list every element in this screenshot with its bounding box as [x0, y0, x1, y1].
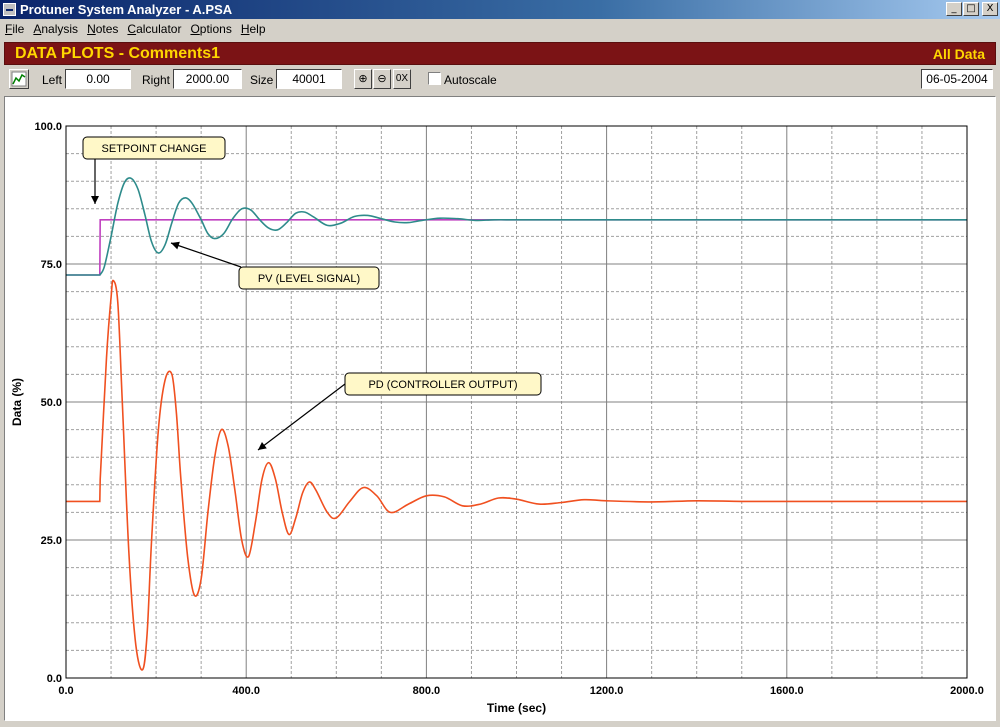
size-input[interactable]: 40001 [276, 69, 342, 89]
setpoint_change-callout-text: SETPOINT CHANGE [102, 143, 207, 155]
menu-bar: File Analysis Notes Calculator Options Help [0, 19, 1000, 39]
x-tick-label: 800.0 [413, 685, 441, 697]
pd_label-arrow-line [257, 383, 346, 451]
window-title: Protuner System Analyzer - A.PSA [20, 2, 233, 17]
autoscale-label: Autoscale [444, 73, 497, 87]
window-titlebar: Protuner System Analyzer - A.PSA _ □ X [0, 0, 1000, 19]
y-tick-label: 75.0 [41, 259, 62, 271]
menu-analysis[interactable]: Analysis [28, 19, 82, 37]
close-button[interactable]: X [982, 2, 998, 16]
chart-annotations: SETPOINT CHANGE PV (LEVEL SIGNAL) PD (CONT… [82, 136, 542, 451]
size-label: Size [250, 73, 274, 87]
y-tick-label: 100.0 [34, 121, 62, 133]
chart-icon[interactable] [9, 69, 29, 89]
autoscale-checkbox[interactable] [428, 72, 441, 85]
page-title: DATA PLOTS - Comments1 [15, 45, 221, 62]
chart-glyph-icon [11, 71, 27, 87]
restore-button[interactable]: □ [963, 2, 979, 16]
plot-panel: 0.0 400.0 800.0 1200.0 1600.0 2000.0 0.0 25.0 50… [4, 96, 996, 721]
data-plots-header: DATA PLOTS - Comments1 All Data [4, 42, 996, 65]
zoom-in-button[interactable]: ⊕ [354, 69, 372, 89]
data-range-mode[interactable]: All Data [933, 46, 985, 62]
app-icon[interactable] [3, 3, 16, 16]
pd_label-arrow-head [258, 441, 267, 450]
plot-toolbar: Left 0.00 Right 2000.00 Size 40001 ⊕ ⊖ 0… [4, 67, 996, 93]
y-tick-label: 50.0 [41, 397, 62, 409]
zero-x-button[interactable]: 0X [393, 69, 411, 89]
menu-help[interactable]: Help [236, 19, 270, 37]
y-tick-label: 0.0 [47, 673, 62, 685]
right-label: Right [142, 73, 171, 87]
pv_label-callout-text: PV (LEVEL SIGNAL) [258, 273, 360, 285]
menu-notes[interactable]: Notes [82, 19, 122, 37]
menu-file[interactable]: File [0, 19, 28, 37]
x-tick-label: 1200.0 [590, 685, 624, 697]
setpoint_change-arrow-head [91, 196, 99, 204]
menu-calculator[interactable]: Calculator [122, 19, 185, 37]
x-tick-label: 400.0 [232, 685, 260, 697]
x-axis-label: Time (sec) [487, 701, 546, 715]
window-controls: _ □ X [945, 2, 998, 16]
pv_label-arrow-line [170, 242, 242, 268]
right-input[interactable]: 2000.00 [173, 69, 242, 89]
y-tick-label: 25.0 [41, 535, 62, 547]
y-axis-label: Data (%) [10, 378, 24, 426]
x-tick-label: 1600.0 [770, 685, 804, 697]
zoom-out-button[interactable]: ⊖ [373, 69, 391, 89]
data-plot-chart[interactable]: 0.0 400.0 800.0 1200.0 1600.0 2000.0 0.0 25.0 50… [5, 97, 995, 720]
minimize-button[interactable]: _ [946, 2, 962, 16]
x-tick-label: 0.0 [58, 685, 73, 697]
menu-options[interactable]: Options [185, 19, 235, 37]
pd_label-callout-text: PD (CONTROLLER OUTPUT) [368, 379, 517, 391]
date-field: 06-05-2004 [921, 69, 993, 89]
pv_label-arrow-head [171, 241, 180, 250]
chart-grid [66, 126, 967, 678]
left-label: Left [42, 73, 63, 87]
left-input[interactable]: 0.00 [65, 69, 131, 89]
x-tick-label: 2000.0 [950, 685, 984, 697]
